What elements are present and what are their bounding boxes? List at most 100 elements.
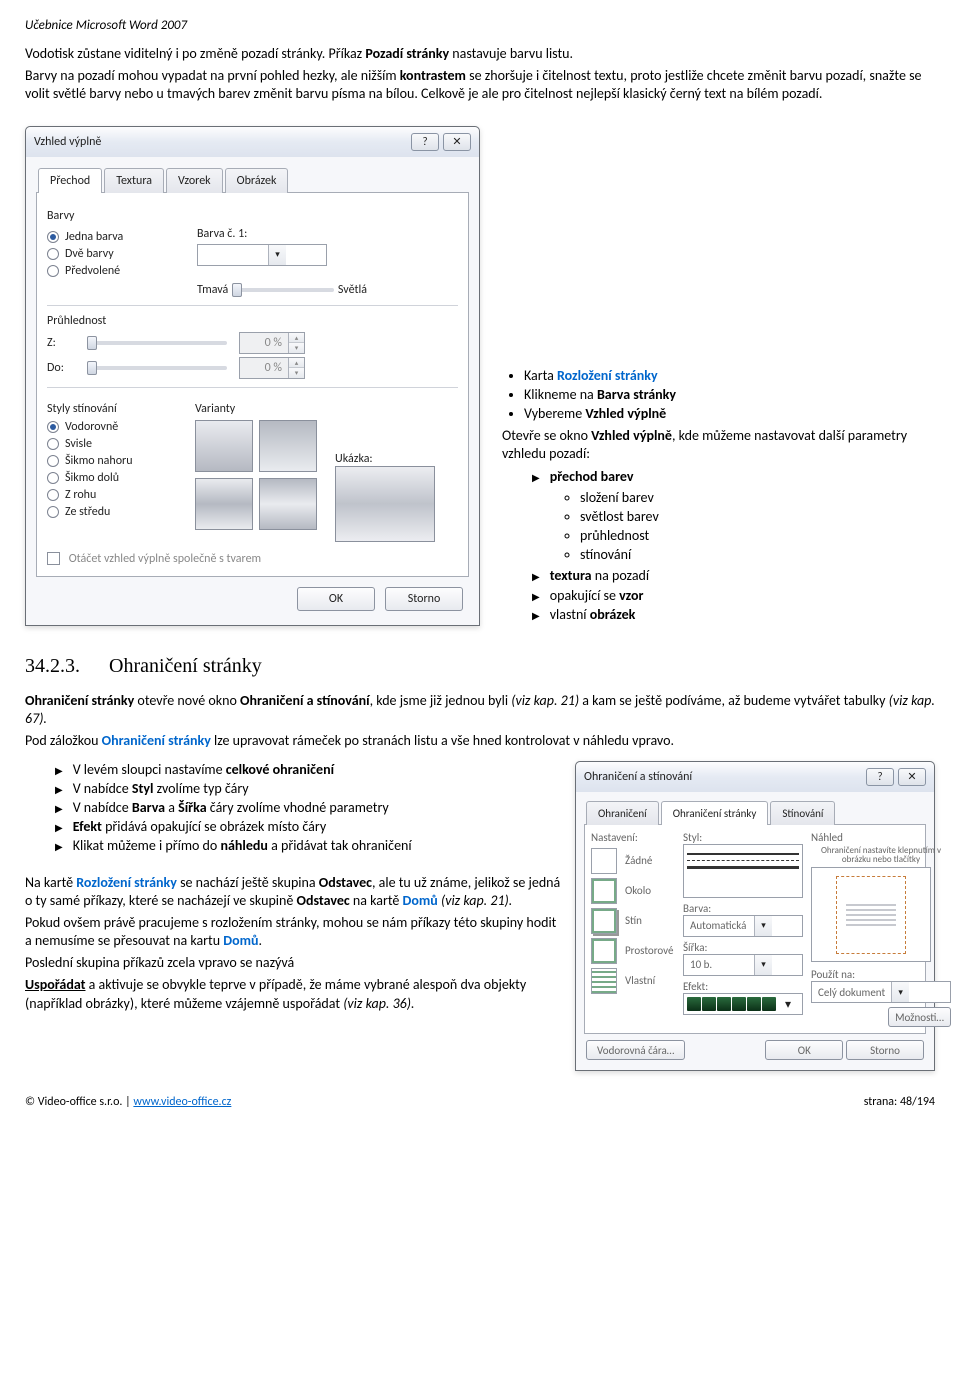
label-z: Z: [47,336,75,350]
slider-thumb-icon [87,336,97,350]
titlebar[interactable]: Vzhled výplně ? ✕ [26,127,479,157]
close-button[interactable]: ✕ [898,768,926,786]
t: Barvy na pozadí mohou vypadat na první p… [25,67,400,84]
tab-ohraniceni-stranky[interactable]: Ohraničení stránky [661,801,769,825]
t: Vodorovně [65,420,118,434]
border-preview[interactable] [811,867,931,962]
art-icon [732,997,746,1011]
moznosti-button[interactable]: Možnosti… [888,1007,951,1027]
titlebar[interactable]: Ohraničení a stínování ? ✕ [576,762,934,792]
radio-icon [47,455,59,467]
list-item: Vybereme Vzhled výplně [524,405,935,423]
list-item: světlost barev [580,508,935,526]
tab-prechod[interactable]: Přechod [38,168,102,193]
opt-prostor[interactable]: Prostorové [591,938,675,964]
radio-sikmo-dolu[interactable]: Šikmo dolů [47,471,177,485]
variant-option[interactable] [195,420,253,472]
list-item: Klikneme na Barva stránky [524,386,935,404]
page-preview-icon [836,876,906,954]
help-button[interactable]: ? [411,133,439,151]
color-combo[interactable]: ▾ [197,244,327,266]
sirka-combo[interactable]: 10 b.▾ [683,954,803,976]
t: Vodotisk zůstane viditelný i po změně po… [25,45,365,62]
trans-to-slider[interactable] [87,366,227,370]
label-styl: Styl: [683,831,803,844]
spin-arrows-icon: ▴▾ [288,333,304,353]
vodorovna-cara-button[interactable]: Vodorovná čára… [586,1040,685,1060]
group-barvy: Barvy [47,209,458,223]
label-tma: Tmavá [197,283,228,297]
shade-slider[interactable] [232,288,334,292]
border-none-icon [591,848,617,874]
pouzit-combo[interactable]: Celý dokument▾ [811,981,951,1003]
footer-copy: © Video-office s.r.o. | [25,1095,133,1109]
radio-dve-barvy[interactable]: Dvě barvy [47,247,177,261]
radio-z-rohu[interactable]: Z rohu [47,488,177,502]
label-do: Do: [47,361,75,375]
ok-button[interactable]: OK [297,587,375,611]
checkbox-rotate[interactable] [47,552,60,565]
trans-from-spinner[interactable]: 0 %▴▾ [239,332,305,354]
opt-stin[interactable]: Stín [591,908,675,934]
art-icon [747,997,761,1011]
style-listbox[interactable] [683,844,803,898]
trans-to-spinner[interactable]: 0 %▴▾ [239,357,305,379]
tab-vzorek[interactable]: Vzorek [166,168,223,193]
barva-combo[interactable]: Automatická▾ [683,915,803,937]
variant-option[interactable] [259,478,317,530]
label-svetla: Světlá [338,283,367,297]
border-shadow-icon [591,908,617,934]
art-icon [717,997,731,1011]
intro-p2: Barvy na pozadí mohou vypadat na první p… [25,67,935,103]
opt-zadne[interactable]: Žádné [591,848,675,874]
help-button[interactable]: ? [866,768,894,786]
list-item: textura na pozadí [532,567,935,585]
ok-button[interactable]: OK [765,1040,843,1060]
opt-okolo[interactable]: Okolo [591,878,675,904]
border-custom-icon [591,968,617,994]
dialog-borders-shading: Ohraničení a stínování ? ✕ Ohraničení Oh… [575,761,935,1072]
radio-svisle[interactable]: Svisle [47,437,177,451]
t: Šikmo nahoru [65,454,133,468]
border-box-icon [591,878,617,904]
label-ukazka: Ukázka: [335,452,435,466]
t: Šikmo dolů [65,471,119,485]
radio-vodorovne[interactable]: Vodorovně [47,420,177,434]
tab-panel: Barvy Jedna barva Dvě barvy Předvolené B… [36,192,469,577]
efekt-combo[interactable]: ▾ [683,993,803,1015]
slider-thumb-icon [87,361,97,375]
variant-option[interactable] [259,420,317,472]
t: Ze středu [65,505,110,519]
radio-jedna-barva[interactable]: Jedna barva [47,230,177,244]
p: Pod záložkou Ohraničení stránky lze upra… [25,732,935,750]
tab-ohraniceni[interactable]: Ohraničení [586,801,659,825]
variant-option[interactable] [195,478,253,530]
radio-icon [47,489,59,501]
label-nahled: Náhled [811,831,951,844]
list-item: přechod barev složení barev světlost bar… [532,468,935,565]
variants-grid [195,420,317,530]
tab-textura[interactable]: Textura [104,168,164,193]
radio-predvolene[interactable]: Předvolené [47,264,177,278]
t: Pozadí stránky [365,45,449,62]
list-item: stínování [580,546,935,564]
close-button[interactable]: ✕ [443,133,471,151]
t: Jedna barva [65,230,123,244]
group-pruhlednost: Průhlednost [47,314,458,328]
cancel-button[interactable]: Storno [385,587,463,611]
t: Svisle [65,437,92,451]
opt-vlastni[interactable]: Vlastní [591,968,675,994]
t: kontrastem [400,67,466,84]
doc-header: Učebnice Microsoft Word 2007 [25,18,935,33]
radio-sikmo-nahoru[interactable]: Šikmo nahoru [47,454,177,468]
dialog-title: Ohraničení a stínování [584,770,862,784]
chevron-down-icon: ▾ [754,955,772,975]
t: Předvolené [65,264,120,278]
radio-ze-stredu[interactable]: Ze středu [47,505,177,519]
trans-from-slider[interactable] [87,341,227,345]
footer-link[interactable]: www.video-office.cz [133,1095,231,1109]
side-p: Otevře se okno Vzhled výplně, kde můžeme… [502,427,935,463]
tab-obrazek[interactable]: Obrázek [225,168,289,193]
tab-stinovani[interactable]: Stínování [770,801,835,825]
cancel-button[interactable]: Storno [846,1040,924,1060]
